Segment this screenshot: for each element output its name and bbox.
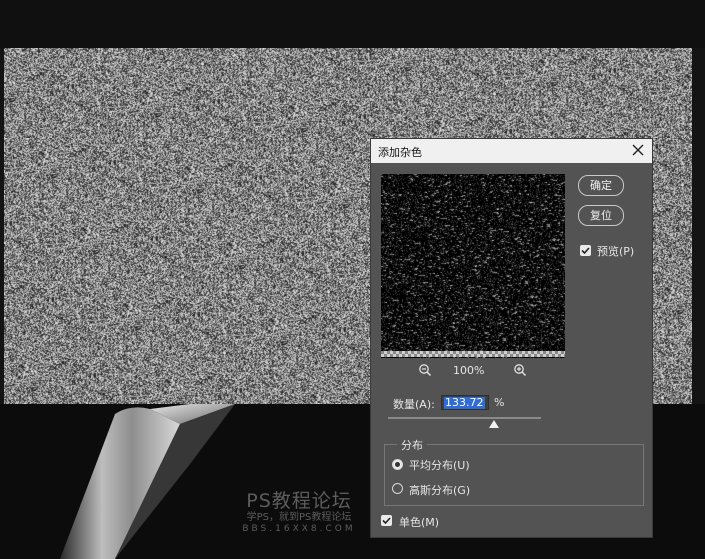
dialog-titlebar[interactable]: 添加杂色 (371, 139, 652, 163)
zoom-level: 100% (453, 364, 485, 377)
add-noise-dialog: 添加杂色 确定 复位 预览(P) 100% 数量(A): 133.72 % 分布… (370, 138, 653, 538)
checkmark-icon (581, 247, 590, 255)
percent-unit: % (494, 396, 505, 409)
uniform-label: 平均分布(U) (409, 459, 470, 472)
zoom-out-icon[interactable] (418, 363, 432, 377)
watermark-subtitle: 学PS，就到PS教程论坛 (246, 512, 352, 523)
gaussian-radio[interactable] (392, 483, 403, 494)
monochromatic-label: 单色(M) (399, 516, 440, 529)
canvas-dark-border (0, 0, 705, 48)
amount-value: 133.72 (444, 396, 485, 409)
watermark: PS教程论坛 学PS，就到PS教程论坛 BBS.16XX8.COM (214, 490, 384, 535)
amount-input[interactable]: 133.72 (441, 395, 489, 410)
preview-transparency-edge (381, 351, 565, 357)
ring-image (60, 404, 235, 559)
gaussian-label: 高斯分布(G) (409, 484, 471, 497)
watermark-url: BBS.16XX8.COM (242, 524, 356, 534)
uniform-radio[interactable] (392, 459, 403, 470)
ok-button[interactable]: 确定 (578, 175, 624, 196)
close-icon[interactable] (630, 142, 646, 158)
slider-thumb-icon[interactable] (489, 420, 499, 428)
preview-canvas[interactable] (381, 174, 565, 358)
reset-button[interactable]: 复位 (578, 205, 624, 226)
zoom-in-icon[interactable] (513, 363, 527, 377)
preview-label: 预览(P) (597, 245, 635, 258)
distribution-title: 分布 (397, 437, 427, 453)
amount-label: 数量(A): (393, 398, 435, 411)
dialog-title: 添加杂色 (378, 146, 422, 159)
watermark-title: PS教程论坛 (246, 490, 352, 512)
amount-slider[interactable] (388, 417, 541, 419)
preview-checkbox[interactable] (580, 245, 591, 256)
checkmark-icon (382, 517, 391, 525)
monochromatic-checkbox[interactable] (381, 515, 392, 526)
